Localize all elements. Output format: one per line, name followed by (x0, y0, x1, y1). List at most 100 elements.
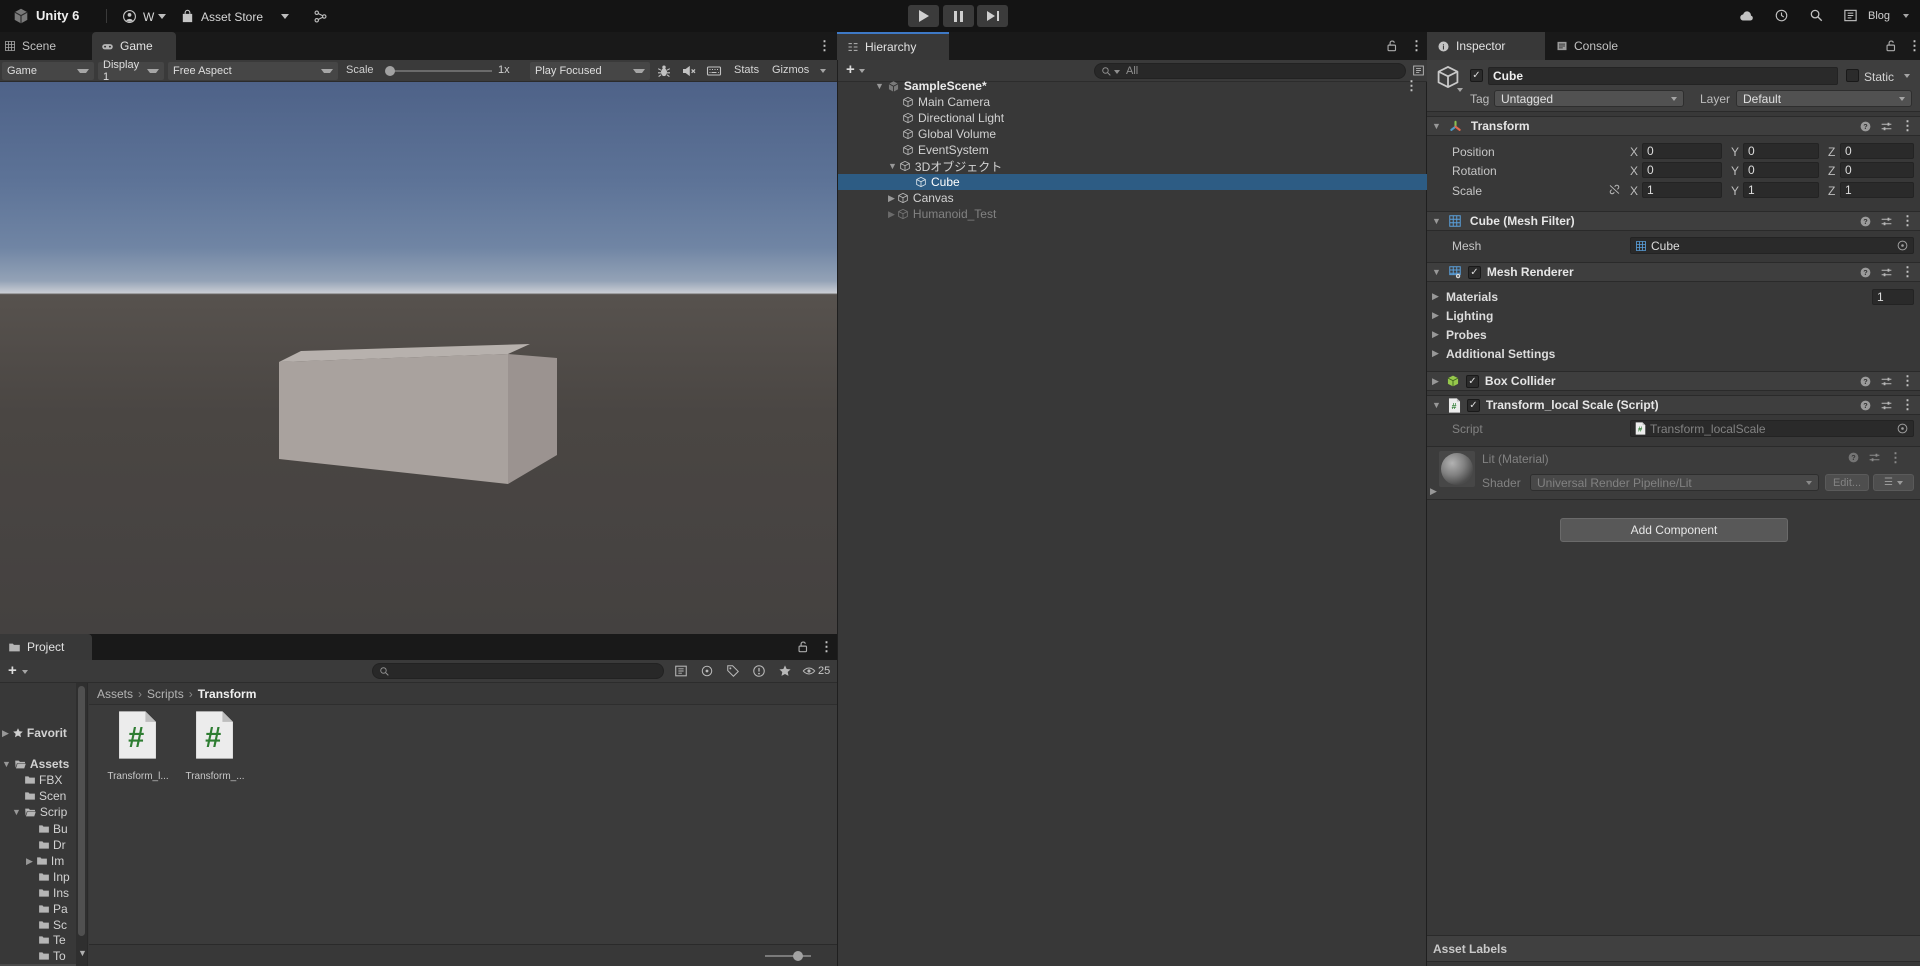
component-menu-icon[interactable]: ⋮ (1901, 375, 1914, 387)
hierarchy-panel-menu-icon[interactable]: ⋮ (1410, 40, 1423, 52)
scale-x-field[interactable]: 1 (1642, 182, 1722, 198)
mesh-filter-header[interactable]: ▼ Cube (Mesh Filter) ⋮ (1427, 211, 1920, 231)
active-checkbox[interactable]: ✓ (1470, 69, 1483, 82)
file-label[interactable]: Transform_l... (103, 771, 173, 782)
script-object-field[interactable]: Transform_localScale (1630, 420, 1914, 437)
material-foldout-icon[interactable]: ▶ (1430, 487, 1437, 496)
foldout-icon[interactable]: ▼ (875, 82, 884, 91)
foldout-icon[interactable]: ▼ (1432, 217, 1441, 226)
tree-item[interactable]: Ins (0, 885, 88, 901)
shader-list-button[interactable]: ☰ (1873, 474, 1914, 491)
foldout-icon[interactable]: ▼ (1432, 401, 1441, 410)
hierarchy-item-disabled[interactable]: ▶ Humanoid_Test (838, 206, 1428, 222)
open-search-window-icon[interactable] (674, 664, 688, 678)
breadcrumb-transform[interactable]: Transform (198, 687, 257, 701)
breadcrumb-assets[interactable]: Assets (97, 687, 133, 701)
gameobject-icon-caret[interactable] (1457, 88, 1463, 92)
component-menu-icon[interactable]: ⋮ (1889, 452, 1902, 464)
component-menu-icon[interactable]: ⋮ (1901, 215, 1914, 227)
display-dropdown[interactable]: Display 1 (98, 62, 164, 80)
materials-foldout[interactable]: Materials (1446, 290, 1498, 304)
help-icon[interactable] (1847, 451, 1860, 464)
tag-dropdown[interactable]: Untagged (1494, 90, 1684, 107)
asset-store-icon[interactable] (180, 9, 195, 24)
asset-store-caret-icon[interactable] (281, 14, 289, 19)
scene-picker-icon[interactable] (1412, 64, 1425, 77)
hierarchy-lock-icon[interactable] (1385, 39, 1399, 53)
hierarchy-add-caret-icon[interactable] (859, 69, 865, 73)
asset-labels-bar[interactable]: Asset Labels (1427, 935, 1920, 962)
hierarchy-item[interactable]: Directional Light (838, 110, 1428, 126)
tree-item-favorites[interactable]: ▶ Favorit (0, 725, 88, 741)
gizmos-caret-icon[interactable] (820, 69, 826, 73)
preset-icon[interactable] (1880, 215, 1893, 228)
foldout-icon[interactable]: ▼ (12, 808, 21, 817)
unlinked-scale-icon[interactable] (1608, 183, 1621, 196)
scale-slider-track[interactable] (388, 70, 492, 72)
hierarchy-item-3dobjects[interactable]: ▼ 3Dオブジェクト (838, 158, 1428, 174)
tree-scroll-down-icon[interactable]: ▼ (78, 949, 87, 958)
lighting-foldout[interactable]: Lighting (1446, 309, 1493, 323)
foldout-icon[interactable]: ▶ (1432, 311, 1439, 320)
preset-icon[interactable] (1880, 120, 1893, 133)
component-menu-icon[interactable]: ⋮ (1901, 266, 1914, 278)
search-by-type-icon[interactable] (700, 664, 714, 678)
debug-bug-icon[interactable] (656, 63, 672, 79)
tree-item[interactable]: Scen (0, 788, 88, 804)
position-z-field[interactable]: 0 (1840, 143, 1914, 159)
shader-edit-button[interactable]: Edit... (1825, 474, 1869, 491)
layout-window-icon[interactable] (1843, 8, 1858, 23)
position-y-field[interactable]: 0 (1743, 143, 1819, 159)
mute-audio-icon[interactable] (681, 63, 697, 79)
tab-game[interactable]: Game (92, 32, 176, 60)
object-picker-icon[interactable] (1896, 422, 1909, 435)
hidden-items-eye-icon[interactable] (802, 664, 816, 678)
foldout-icon[interactable]: ▶ (2, 729, 9, 738)
save-search-icon[interactable] (778, 664, 792, 678)
tree-item[interactable]: Sc (0, 917, 88, 933)
preset-icon[interactable] (1880, 266, 1893, 279)
help-icon[interactable] (1859, 399, 1872, 412)
cloud-icon[interactable] (1739, 8, 1755, 24)
asset-store-label[interactable]: Asset Store (201, 10, 263, 24)
csharp-file-icon[interactable] (192, 710, 237, 760)
component-enabled-checkbox[interactable]: ✓ (1467, 399, 1480, 412)
shader-dropdown[interactable]: Universal Render Pipeline/Lit (1530, 474, 1819, 491)
account-icon[interactable] (122, 9, 137, 24)
additional-settings-foldout[interactable]: Additional Settings (1446, 347, 1555, 361)
game-view[interactable] (0, 82, 837, 634)
component-enabled-checkbox[interactable]: ✓ (1468, 266, 1481, 279)
rotation-x-field[interactable]: 0 (1642, 162, 1722, 178)
hierarchy-item[interactable]: Global Volume (838, 126, 1428, 142)
stats-button[interactable]: Stats (734, 64, 759, 76)
preset-icon[interactable] (1868, 451, 1881, 464)
name-field[interactable]: Cube (1488, 67, 1838, 85)
scale-z-field[interactable]: 1 (1840, 182, 1914, 198)
project-content-area[interactable]: Transform_l... Transform_... (89, 705, 837, 944)
tree-item[interactable]: Te (0, 932, 88, 948)
search-by-label-icon[interactable] (726, 664, 740, 678)
layer-dropdown[interactable]: Default (1736, 90, 1912, 107)
foldout-icon[interactable]: ▶ (888, 210, 895, 219)
transform-header[interactable]: ▼ Transform ⋮ (1427, 116, 1920, 136)
csharp-file-icon[interactable] (115, 710, 160, 760)
inspector-lock-icon[interactable] (1884, 39, 1898, 53)
position-x-field[interactable]: 0 (1642, 143, 1722, 159)
gameobject-icon-large[interactable] (1435, 64, 1461, 90)
scene-options-icon[interactable]: ⋮ (1405, 80, 1418, 92)
component-enabled-checkbox[interactable]: ✓ (1466, 375, 1479, 388)
rotation-z-field[interactable]: 0 (1840, 162, 1914, 178)
component-menu-icon[interactable]: ⋮ (1901, 120, 1914, 132)
hierarchy-item-canvas[interactable]: ▶ Canvas (838, 190, 1428, 206)
tab-console[interactable]: Console (1556, 32, 1618, 60)
static-checkbox[interactable] (1846, 69, 1859, 82)
foldout-icon[interactable]: ▶ (1432, 349, 1439, 358)
tree-item[interactable]: Pa (0, 901, 88, 917)
probes-foldout[interactable]: Probes (1446, 328, 1487, 342)
display-target-dropdown[interactable]: Game (2, 62, 94, 80)
project-add-caret-icon[interactable] (22, 670, 28, 674)
tree-item[interactable]: Inp (0, 869, 88, 885)
hierarchy-item-cube-selected[interactable]: Cube (838, 174, 1428, 190)
materials-count-field[interactable]: 1 (1872, 289, 1914, 305)
account-label[interactable]: W (143, 10, 154, 24)
